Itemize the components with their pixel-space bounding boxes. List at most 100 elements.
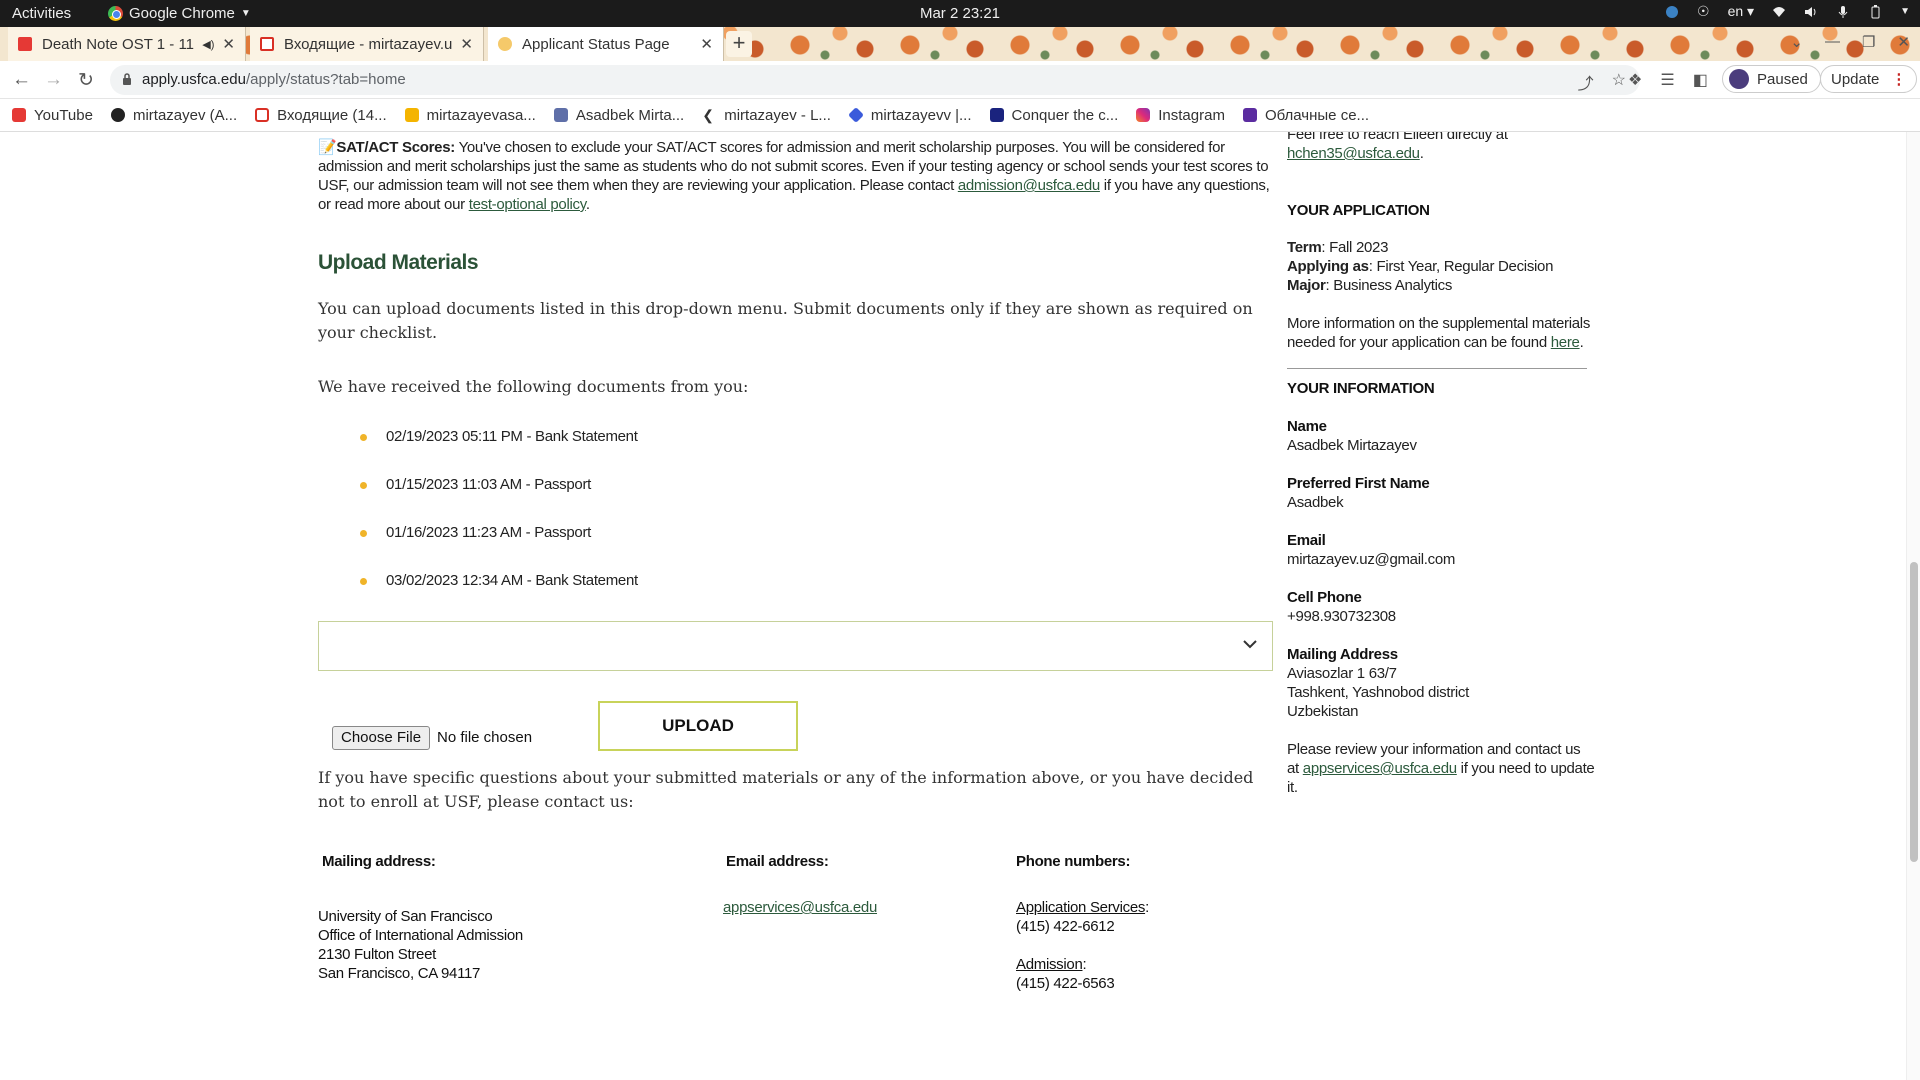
bookmark-star-icon[interactable]: ☆ bbox=[1612, 70, 1626, 94]
bookmark-instagram[interactable]: Instagram bbox=[1136, 107, 1237, 124]
mailing-address-heading: Mailing address: bbox=[322, 853, 436, 870]
more-info-here-link[interactable]: here bbox=[1551, 334, 1580, 351]
admission-link[interactable]: Admission bbox=[1016, 956, 1083, 973]
document-entry: 01/16/2023 11:23 AM - Passport bbox=[386, 524, 592, 541]
admission-phone: (415) 422-6563 bbox=[1016, 975, 1115, 992]
profile-button[interactable]: Paused bbox=[1722, 65, 1821, 93]
volume-icon[interactable] bbox=[1804, 5, 1818, 19]
update-button[interactable]: Update ⋮ bbox=[1820, 65, 1918, 93]
gmail-icon bbox=[255, 108, 270, 122]
close-tab-icon[interactable]: ✕ bbox=[222, 35, 235, 53]
tab-search-icon[interactable]: ⌄ bbox=[1790, 33, 1803, 51]
mailing-address: University of San Francisco Office of In… bbox=[318, 907, 523, 983]
url-path: /apply/status?tab=home bbox=[245, 71, 406, 88]
review-info-text: at bbox=[1287, 760, 1303, 777]
battery-icon[interactable] bbox=[1868, 4, 1882, 19]
accessibility-icon[interactable]: ☉ bbox=[1697, 3, 1710, 20]
tab-death-note[interactable]: Death Note OST 1 - 11 ◀) ✕ bbox=[8, 27, 246, 61]
chrome-icon bbox=[108, 6, 123, 21]
media-controls-icon[interactable]: ☰ bbox=[1660, 70, 1674, 90]
address-bar[interactable]: apply.usfca.edu/apply/status?tab=home ⤴ … bbox=[110, 65, 1640, 95]
more-menu-icon[interactable]: ⋮ bbox=[1891, 70, 1906, 88]
power-menu-caret-icon[interactable]: ▼ bbox=[1900, 6, 1910, 17]
test-optional-policy-link[interactable]: test-optional policy bbox=[469, 196, 586, 213]
major-value: : Business Analytics bbox=[1325, 277, 1453, 294]
extensions-icon[interactable]: ❖ bbox=[1628, 70, 1642, 90]
choose-file-button[interactable]: Choose File bbox=[332, 726, 431, 750]
file-status-text: No file chosen bbox=[437, 729, 533, 746]
bookmark-conquer[interactable]: Conquer the c... bbox=[989, 107, 1131, 124]
speaker-icon[interactable]: ◀) bbox=[202, 38, 214, 51]
notification-app-icon[interactable] bbox=[1665, 5, 1679, 19]
bookmark-youtube[interactable]: YouTube bbox=[12, 107, 105, 124]
url-text[interactable]: apply.usfca.edu/apply/status?tab=home bbox=[142, 71, 406, 88]
forward-icon[interactable]: → bbox=[44, 69, 63, 91]
bookmark-mirtazayev-l[interactable]: ❮ mirtazayev - L... bbox=[702, 107, 843, 124]
bookmark-label: mirtazayev (A... bbox=[132, 106, 238, 124]
scrollbar-thumb[interactable] bbox=[1910, 562, 1918, 862]
bookmark-asadbek[interactable]: Asadbek Mirta... bbox=[553, 107, 696, 124]
bookmark-gmail[interactable]: Входящие (14... bbox=[255, 107, 398, 124]
minimize-icon[interactable]: — bbox=[1825, 33, 1840, 51]
sat-text: . bbox=[585, 196, 590, 213]
counselor-email-link[interactable]: hchen35@usfca.edu bbox=[1287, 145, 1420, 162]
conquer-icon bbox=[989, 108, 1004, 122]
diamond-icon bbox=[848, 107, 864, 123]
lock-icon[interactable] bbox=[122, 73, 132, 85]
phone-numbers-heading: Phone numbers: bbox=[1016, 853, 1131, 870]
tab-label: Death Note OST 1 - 11 bbox=[42, 35, 195, 53]
system-top-bar: Activities Google Chrome ▼ Mar 2 23:21 ☉… bbox=[0, 0, 1920, 27]
admission-email-link[interactable]: admission@usfca.edu bbox=[958, 177, 1100, 194]
review-email-link[interactable]: appservices@usfca.edu bbox=[1303, 760, 1457, 777]
language-selector[interactable]: en ▾ bbox=[1728, 3, 1755, 20]
term-label: Term bbox=[1287, 239, 1322, 256]
close-window-icon[interactable]: ✕ bbox=[1897, 33, 1910, 51]
application-services-link[interactable]: Application Services bbox=[1016, 899, 1145, 916]
bookmarks-bar: YouTube mirtazayev (A... Входящие (14...… bbox=[0, 99, 1920, 132]
bookmark-label: Облачные се... bbox=[1264, 106, 1370, 124]
window-controls: ⌄ — ❐ ✕ bbox=[1790, 33, 1910, 51]
back-icon[interactable]: ← bbox=[12, 69, 31, 91]
email-label: Email bbox=[1287, 532, 1326, 549]
url-host: apply.usfca.edu bbox=[142, 71, 246, 88]
bullet-icon bbox=[360, 434, 367, 441]
tab-applicant-status[interactable]: Applicant Status Page ✕ bbox=[488, 27, 724, 61]
upload-button[interactable]: UPLOAD bbox=[598, 701, 798, 751]
mailing-address-label: Mailing Address bbox=[1287, 646, 1398, 663]
applying-as-value: : First Year, Regular Decision bbox=[1368, 258, 1554, 275]
bookmark-github[interactable]: mirtazayev (A... bbox=[110, 106, 249, 124]
activities-button[interactable]: Activities bbox=[12, 5, 71, 22]
appservices-email-link[interactable]: appservices@usfca.edu bbox=[723, 899, 877, 916]
system-tray[interactable]: ☉ en ▾ ▼ bbox=[1665, 3, 1910, 20]
close-tab-icon[interactable]: ✕ bbox=[460, 35, 473, 53]
tab-inbox[interactable]: Входящие - mirtazayev.u ✕ bbox=[250, 27, 484, 61]
name-value: Asadbek Mirtazayev bbox=[1287, 437, 1417, 454]
maximize-icon[interactable]: ❐ bbox=[1862, 33, 1875, 51]
application-services-phone: (415) 422-6612 bbox=[1016, 918, 1115, 935]
cell-phone-value: +998.930732308 bbox=[1287, 608, 1396, 625]
bookmark-mirtazayevv[interactable]: mirtazayevv |... bbox=[848, 107, 984, 124]
email-address-heading: Email address: bbox=[726, 853, 829, 870]
profile-status-label: Paused bbox=[1757, 70, 1808, 88]
bookmark-cloud[interactable]: Облачные се... bbox=[1242, 106, 1381, 124]
counselor-contact-text: Feel free to reach Eileen directly at bbox=[1287, 132, 1508, 143]
your-application-heading: YOUR APPLICATION bbox=[1287, 202, 1430, 219]
address-line: 2130 Fulton Street bbox=[318, 946, 437, 963]
received-documents-intro: We have received the following documents… bbox=[318, 377, 749, 396]
list-item: 03/02/2023 12:34 AM - Bank Statement bbox=[338, 572, 638, 620]
new-tab-button[interactable]: + bbox=[726, 31, 752, 57]
reload-icon[interactable]: ↻ bbox=[78, 69, 94, 92]
app-menu[interactable]: Google Chrome ▼ bbox=[108, 5, 251, 22]
review-info-text: it. bbox=[1287, 779, 1298, 796]
share-icon[interactable]: ⤴ bbox=[1578, 70, 1594, 94]
microphone-icon[interactable] bbox=[1836, 5, 1850, 19]
side-panel-icon[interactable]: ◧ bbox=[1693, 70, 1708, 90]
clock: Mar 2 23:21 bbox=[919, 5, 1001, 22]
close-tab-icon[interactable]: ✕ bbox=[700, 35, 713, 53]
bookmark-mirtazayevasa[interactable]: mirtazayevasa... bbox=[404, 107, 548, 124]
wifi-icon[interactable] bbox=[1772, 5, 1786, 19]
document-entry: 02/19/2023 05:11 PM - Bank Statement bbox=[386, 428, 638, 445]
browser-toolbar: ← → ↻ apply.usfca.edu/apply/status?tab=h… bbox=[0, 61, 1920, 99]
document-type-select[interactable] bbox=[318, 621, 1273, 671]
page-scrollbar[interactable] bbox=[1906, 132, 1920, 1080]
